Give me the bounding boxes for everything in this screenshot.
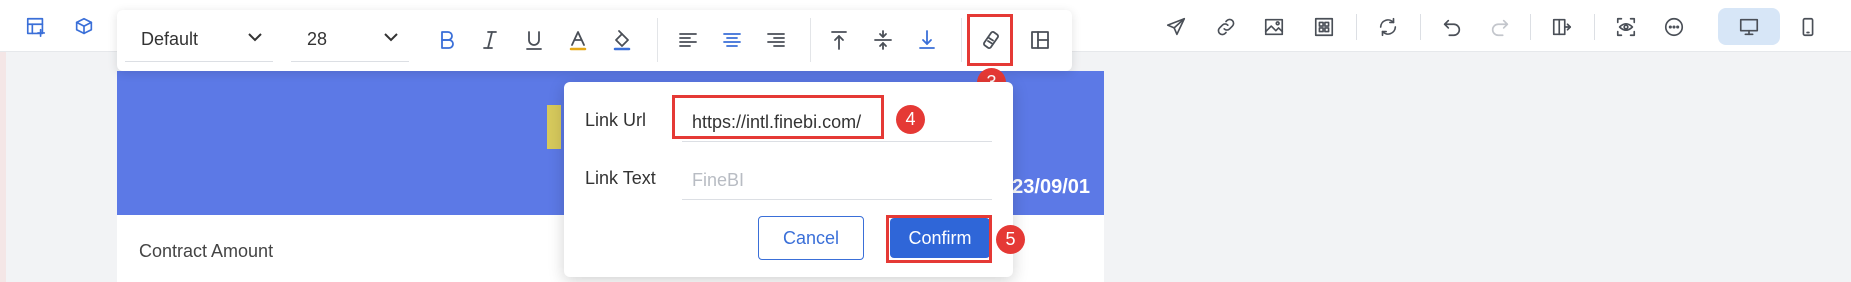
add-chart-icon[interactable]	[24, 15, 48, 39]
link-text-input[interactable]: FineBI	[682, 162, 992, 200]
align-middle-icon[interactable]	[863, 18, 903, 62]
toolbar-divider	[810, 18, 811, 62]
chevron-down-icon	[381, 27, 401, 52]
underline-icon[interactable]	[514, 18, 554, 62]
divider	[1420, 14, 1421, 40]
left-panel-edge	[0, 52, 6, 282]
font-family-value: Default	[141, 29, 199, 49]
desktop-icon[interactable]	[1737, 15, 1761, 39]
image-icon[interactable]	[1262, 15, 1286, 39]
more-icon[interactable]	[1662, 15, 1686, 39]
divider	[1594, 14, 1595, 40]
align-right-icon[interactable]	[756, 18, 796, 62]
link-url-highlight	[672, 95, 884, 139]
mobile-icon[interactable]	[1796, 15, 1820, 39]
preview-icon[interactable]	[1614, 15, 1638, 39]
divider	[1530, 14, 1531, 40]
font-color-icon[interactable]	[558, 18, 598, 62]
divider	[1356, 14, 1357, 40]
font-family-select[interactable]: Default	[125, 18, 273, 62]
export-icon[interactable]	[1550, 15, 1574, 39]
link-url-label: Link Url	[585, 110, 647, 130]
send-icon[interactable]	[1164, 15, 1188, 39]
text-format-toolbar: Default 28	[117, 10, 1072, 71]
align-center-icon[interactable]	[712, 18, 752, 62]
undo-icon[interactable]	[1440, 15, 1464, 39]
align-top-icon[interactable]	[819, 18, 859, 62]
refresh-icon[interactable]	[1376, 15, 1400, 39]
fill-color-icon[interactable]	[602, 18, 642, 62]
grid-icon[interactable]	[1312, 15, 1336, 39]
add-component-icon[interactable]	[72, 15, 96, 39]
layout-icon[interactable]	[1020, 18, 1060, 62]
chevron-down-icon	[245, 27, 265, 52]
step-badge-4: 4	[896, 105, 925, 134]
toolbar-divider	[961, 18, 962, 62]
redo-icon[interactable]	[1488, 15, 1512, 39]
font-size-value: 28	[307, 29, 328, 49]
align-left-icon[interactable]	[668, 18, 708, 62]
confirm-highlight	[886, 215, 992, 263]
banner-date: 23/09/01	[1012, 176, 1090, 198]
cancel-button[interactable]: Cancel	[758, 216, 864, 260]
link-icon[interactable]	[1214, 15, 1238, 39]
card-label: Contract Amount	[139, 241, 274, 261]
selected-text-highlight	[547, 105, 561, 149]
device-toggle	[1718, 8, 1832, 45]
hyperlink-highlight	[967, 14, 1013, 66]
step-badge-5: 5	[996, 225, 1025, 254]
toolbar-divider	[657, 18, 658, 62]
link-text-label: Link Text	[585, 168, 656, 188]
font-size-select[interactable]: 28	[291, 18, 409, 62]
italic-icon[interactable]	[470, 18, 510, 62]
align-bottom-icon[interactable]	[907, 18, 947, 62]
bold-icon[interactable]	[426, 18, 466, 62]
